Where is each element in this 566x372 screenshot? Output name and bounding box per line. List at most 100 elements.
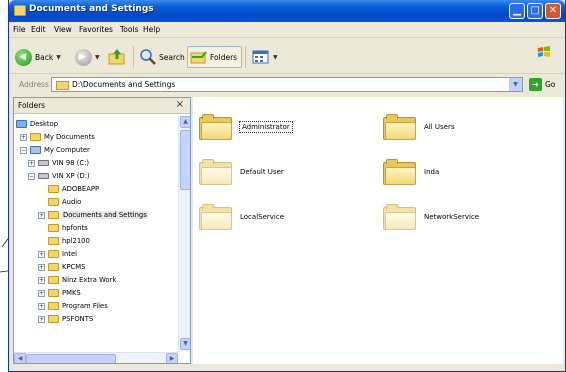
tree-item-documents-and-settings[interactable]: + Documents and Settings [38,209,148,221]
address-dropdown-button[interactable]: ▼ [509,78,522,91]
folder-label: NetworkService [424,213,480,221]
folders-button[interactable]: Folders [187,46,243,68]
expand-icon[interactable]: + [38,250,45,258]
folder-label: LocalService [240,213,285,221]
address-input[interactable]: D:\Documents and Settings ▼ [51,77,523,92]
forward-arrow-icon: ▶ [75,48,92,66]
search-icon [140,49,156,65]
tree-item-label: Program Files [62,302,108,310]
scroll-left-icon[interactable]: ◀ [14,353,26,363]
tree-item-psfonts[interactable]: + PSFONTS [38,313,93,325]
folder-item-default-user[interactable]: Default User [199,152,284,192]
back-button[interactable]: ◀ Back ▼ [15,47,61,67]
expand-icon[interactable]: + [38,315,45,323]
go-button[interactable]: ➜ Go [529,78,555,91]
folder-icon [48,185,59,193]
chevron-down-icon: ▼ [95,53,100,61]
menu-tools[interactable]: Tools [120,25,138,34]
vertical-scrollbar[interactable]: ▲ ▼ [178,116,190,352]
explorer-window: Documents and Settings ▁ □ ✕ File Edit V… [8,0,566,372]
file-list: Administrator All Users Default User Ind… [193,97,563,364]
minimize-button[interactable]: ▁ [509,3,525,19]
tree-item-desktop[interactable]: Desktop [16,118,58,130]
tree-item-ninz-extra-work[interactable]: + Ninz Extra Work [38,274,116,286]
close-button[interactable]: ✕ [545,3,561,19]
folders-icon [190,51,207,64]
folder-icon [48,315,59,323]
tree-item-kpcms[interactable]: + KPCMS [38,261,85,273]
tree-item-label: hpl2100 [62,237,90,245]
tree-item-label: KPCMS [62,263,86,271]
address-bar: Address D:\Documents and Settings ▼ ➜ Go [9,75,565,95]
folder-label: Administrator [239,121,293,133]
tree-item-adobeapp[interactable]: ADOBEAPP [48,183,99,195]
menu-bar: File Edit View Favorites Tools Help [9,22,565,57]
tree-item-drive-c[interactable]: + VIN 98 (C:) [28,157,89,169]
expand-icon[interactable]: + [38,263,45,271]
folder-icon [48,211,59,219]
tree-item-label: hpfonts [62,224,88,232]
folders-pane-header: Folders × [14,98,190,114]
chevron-down-icon: ▼ [56,53,61,61]
scroll-thumb[interactable] [26,354,116,363]
tree-item-label: My Documents [44,133,95,141]
tree-item-label: Ninz Extra Work [62,276,117,284]
folder-item-administrator[interactable]: Administrator [199,107,293,147]
views-button[interactable]: ▼ [252,47,278,67]
tree-item-drive-d[interactable]: − VIN XP (D:) [28,170,90,182]
folder-icon [199,114,232,140]
folder-icon [48,224,59,232]
forward-button[interactable]: ▶ ▼ [75,47,100,67]
menu-view[interactable]: View [54,25,72,34]
expand-icon[interactable]: + [38,211,45,219]
close-icon[interactable]: × [176,99,184,110]
scroll-right-icon[interactable]: ▶ [166,353,178,363]
horizontal-scrollbar[interactable]: ◀ ▶ [14,352,178,363]
expand-icon[interactable]: + [38,302,45,310]
toolbar-separator [133,46,134,68]
expand-icon[interactable]: + [28,159,35,167]
title-bar[interactable]: Documents and Settings ▁ □ ✕ [9,0,565,22]
expand-icon[interactable]: + [20,133,27,141]
tree-item-hpfonts[interactable]: hpfonts [48,222,88,234]
folders-label: Folders [210,52,238,62]
search-button[interactable]: Search [139,47,185,67]
toolbar: ◀ Back ▼ ▶ ▼ Search Folders ▼ [9,38,565,74]
maximize-button[interactable]: □ [527,3,543,19]
drive-icon [38,160,49,166]
views-icon [252,50,269,64]
tree-item-audio[interactable]: Audio [48,196,81,208]
window-title: Documents and Settings [29,4,154,14]
tree-item-label: Audio [62,198,82,206]
tree-item-intel[interactable]: + Intel [38,248,77,260]
scroll-up-icon[interactable]: ▲ [180,116,190,128]
address-label: Address [19,80,49,89]
folder-item-localservice[interactable]: LocalService [199,197,284,237]
tree-item-pmks[interactable]: + PMKS [38,287,81,299]
menu-favorites[interactable]: Favorites [79,25,113,34]
tree-item-label: Intel [62,250,78,258]
menu-file[interactable]: File [13,25,26,34]
tree-item-label: PSFONTS [62,315,94,323]
folder-icon [199,159,232,185]
menu-help[interactable]: Help [143,25,160,34]
folders-pane: Folders × Desktop + My Documents − My Co… [13,97,191,364]
scroll-thumb[interactable] [180,130,190,190]
scroll-down-icon[interactable]: ▼ [180,338,190,350]
folder-icon [383,114,416,140]
tree-item-hpl2100[interactable]: hpl2100 [48,235,90,247]
folder-label: Inda [424,168,440,176]
tree-item-my-documents[interactable]: + My Documents [20,131,95,143]
tree-item-my-computer[interactable]: − My Computer [20,144,90,156]
folder-item-networkservice[interactable]: NetworkService [383,197,479,237]
folder-item-inda[interactable]: Inda [383,152,439,192]
collapse-icon[interactable]: − [20,146,27,154]
up-folder-button[interactable] [108,47,126,67]
menu-edit[interactable]: Edit [31,25,46,34]
drive-icon [38,173,49,179]
expand-icon[interactable]: + [38,289,45,297]
tree-item-program-files[interactable]: + Program Files [38,300,108,312]
folder-item-all-users[interactable]: All Users [383,107,455,147]
expand-icon[interactable]: + [38,276,45,284]
collapse-icon[interactable]: − [28,172,35,180]
